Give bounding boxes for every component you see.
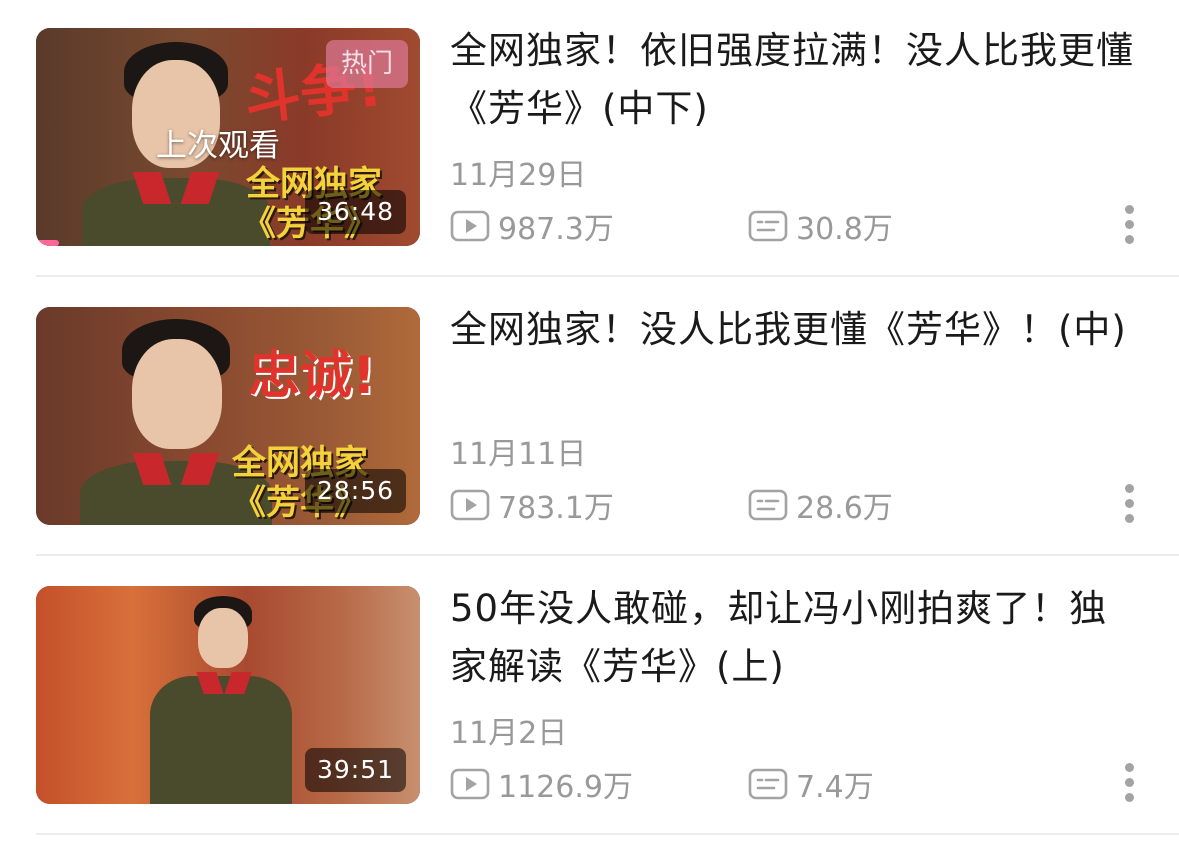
video-thumbnail[interactable]: 忠诚! 全网独家 《芳华》 28:56 bbox=[36, 307, 420, 525]
video-title[interactable]: 50年没人敢碰，却让冯小刚拍爽了！独家解读《芳华》(上) bbox=[450, 580, 1140, 696]
video-thumbnail[interactable]: 39:51 bbox=[36, 586, 420, 804]
more-vertical-icon[interactable] bbox=[1119, 484, 1139, 528]
view-count-value: 1126.9万 bbox=[498, 770, 633, 805]
video-item[interactable]: 39:51 50年没人敢碰，却让冯小刚拍爽了！独家解读《芳华》(上) 11月2日… bbox=[0, 558, 1179, 836]
video-duration: 28:56 bbox=[304, 469, 406, 513]
thumbnail-headline: 忠诚! bbox=[248, 346, 376, 406]
comment-count-value: 30.8万 bbox=[796, 212, 893, 247]
more-vertical-icon[interactable] bbox=[1119, 205, 1139, 249]
video-date: 11月29日 bbox=[450, 158, 587, 193]
comment-count: 28.6万 bbox=[748, 481, 893, 529]
play-count-icon bbox=[450, 489, 490, 521]
video-item[interactable]: 忠诚! 全网独家 《芳华》 28:56 全网独家！没人比我更懂《芳华》！(中) … bbox=[0, 279, 1179, 557]
video-stats: 1126.9万 7.4万 bbox=[450, 760, 1150, 808]
view-count: 987.3万 bbox=[450, 202, 614, 250]
comment-count: 30.8万 bbox=[748, 202, 893, 250]
video-stats: 783.1万 28.6万 bbox=[450, 481, 1150, 529]
thumbnail-person bbox=[146, 596, 296, 804]
video-thumbnail[interactable]: 斗争! 全网独家 《芳华》 热门 上次观看 36:48 bbox=[36, 28, 420, 246]
view-count: 1126.9万 bbox=[450, 760, 633, 808]
video-date: 11月11日 bbox=[450, 437, 587, 472]
divider bbox=[36, 554, 1179, 556]
comment-count-value: 7.4万 bbox=[796, 770, 874, 805]
divider bbox=[36, 275, 1179, 277]
last-watched-label: 上次观看 bbox=[156, 128, 280, 164]
more-vertical-icon[interactable] bbox=[1119, 763, 1139, 807]
play-count-icon bbox=[450, 768, 490, 800]
video-stats: 987.3万 30.8万 bbox=[450, 202, 1150, 250]
play-count-icon bbox=[450, 210, 490, 242]
video-duration: 36:48 bbox=[304, 190, 406, 234]
danmaku-icon bbox=[748, 768, 788, 800]
danmaku-icon bbox=[748, 489, 788, 521]
view-count-value: 783.1万 bbox=[498, 491, 614, 526]
divider bbox=[36, 833, 1179, 835]
video-item[interactable]: 斗争! 全网独家 《芳华》 热门 上次观看 36:48 全网独家！依旧强度拉满！… bbox=[0, 0, 1179, 278]
view-count: 783.1万 bbox=[450, 481, 614, 529]
watch-progress-bar bbox=[36, 240, 60, 246]
danmaku-icon bbox=[748, 210, 788, 242]
comment-count: 7.4万 bbox=[748, 760, 874, 808]
video-title[interactable]: 全网独家！没人比我更懂《芳华》！(中) bbox=[450, 301, 1140, 359]
video-title[interactable]: 全网独家！依旧强度拉满！没人比我更懂《芳华》(中下) bbox=[450, 22, 1140, 138]
comment-count-value: 28.6万 bbox=[796, 491, 893, 526]
video-date: 11月2日 bbox=[450, 716, 568, 751]
view-count-value: 987.3万 bbox=[498, 212, 614, 247]
video-duration: 39:51 bbox=[304, 748, 406, 792]
hot-badge: 热门 bbox=[326, 40, 408, 88]
